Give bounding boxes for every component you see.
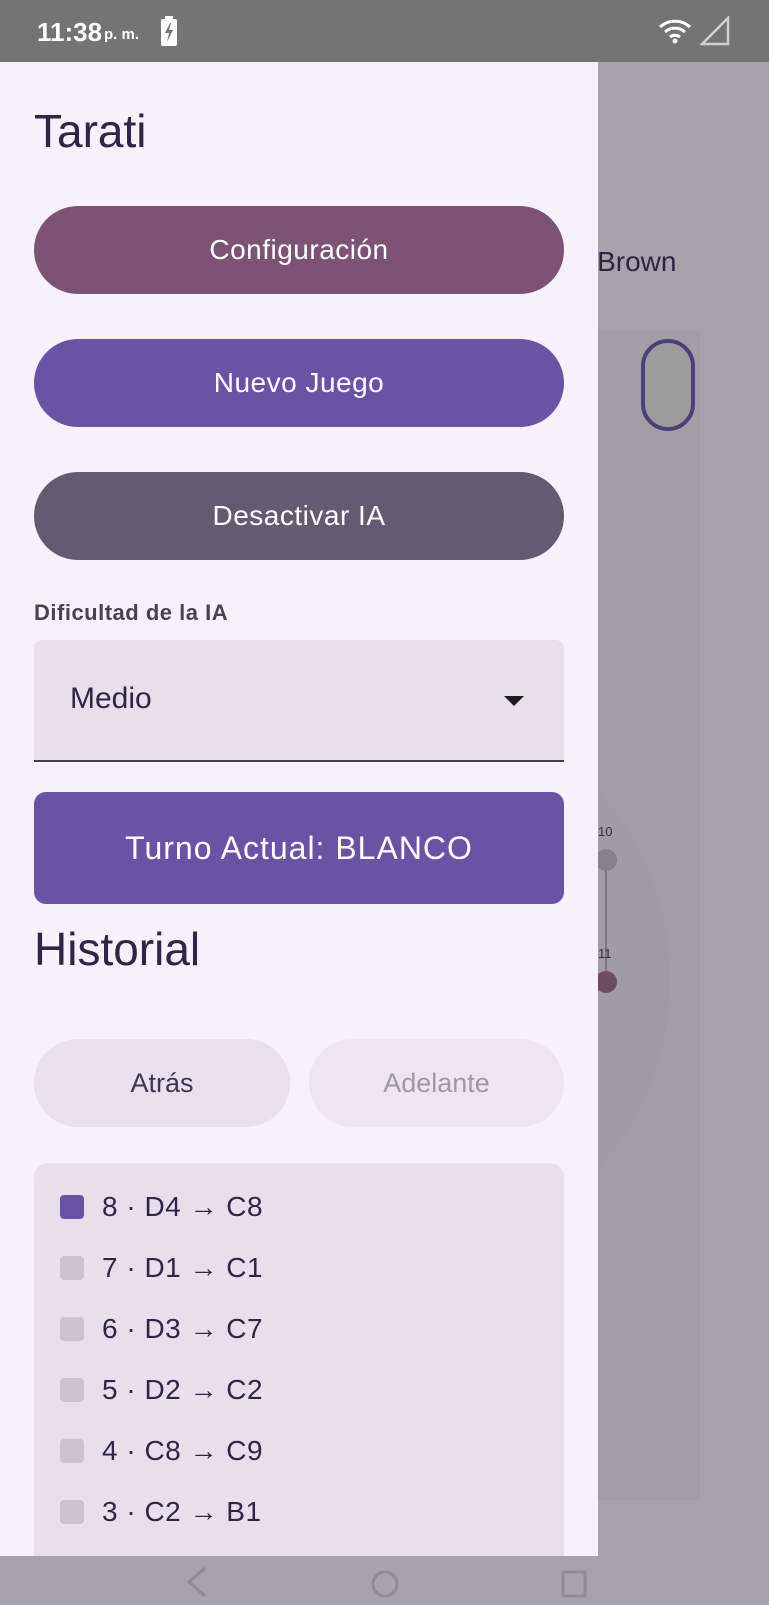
move-text: 7 · D1 → C1	[102, 1252, 264, 1283]
move-indicator	[60, 1256, 84, 1280]
navigation-drawer: Tarati Configuración Nuevo Juego Desacti…	[0, 62, 598, 1556]
recents-nav-icon[interactable]	[560, 1564, 588, 1605]
history-title: Historial	[34, 923, 201, 975]
move-text: 5 · D2 → C2	[102, 1374, 264, 1405]
move-text: 3 · C2 → B1	[102, 1496, 262, 1527]
move-text: 8 · D4 → C8	[102, 1191, 264, 1222]
current-turn-banner: Turno Actual: BLANCO	[34, 792, 564, 904]
difficulty-label: Dificultad de la IA	[34, 600, 229, 625]
history-forward-button[interactable]: Adelante	[309, 1039, 564, 1127]
board-node-label: 10	[598, 824, 613, 839]
config-button[interactable]: Configuración	[34, 206, 564, 294]
battery-charging-icon	[160, 16, 178, 51]
board-node-label: 11	[598, 946, 612, 961]
difficulty-select[interactable]: Medio	[34, 640, 564, 762]
board-node	[595, 849, 617, 871]
list-item[interactable]: 7 · D1 → C1	[60, 1248, 263, 1288]
status-bar: 11:38 p. m.	[0, 0, 769, 62]
move-indicator	[60, 1317, 84, 1341]
cell-signal-icon	[698, 14, 730, 51]
clock-ampm: p. m.	[104, 26, 140, 43]
dropdown-arrow-icon	[504, 696, 524, 706]
background-toggle	[641, 339, 695, 431]
new-game-button[interactable]: Nuevo Juego	[34, 339, 564, 427]
wifi-icon	[658, 18, 692, 49]
back-nav-icon[interactable]	[185, 1564, 209, 1605]
list-item[interactable]: 5 · D2 → C2	[60, 1370, 263, 1410]
list-item[interactable]: 8 · D4 → C8	[60, 1187, 263, 1227]
history-back-button[interactable]: Atrás	[34, 1039, 290, 1127]
move-indicator	[60, 1439, 84, 1463]
home-nav-icon[interactable]	[370, 1564, 400, 1605]
difficulty-value: Medio	[70, 682, 152, 715]
list-item[interactable]: 3 · C2 → B1	[60, 1492, 262, 1532]
move-indicator	[60, 1195, 84, 1219]
list-item[interactable]: 4 · C8 → C9	[60, 1431, 263, 1471]
move-history-list: 8 · D4 → C8 7 · D1 → C1 6 · D3 → C7 5 · …	[34, 1163, 564, 1556]
board-node	[595, 971, 617, 993]
move-indicator	[60, 1500, 84, 1524]
list-item[interactable]: 6 · D3 → C7	[60, 1309, 263, 1349]
drawer-title: Tarati	[34, 105, 147, 157]
toggle-ai-button[interactable]: Desactivar IA	[34, 472, 564, 560]
clock: 11:38	[37, 17, 103, 47]
move-text: 6 · D3 → C7	[102, 1313, 264, 1344]
move-indicator	[60, 1378, 84, 1402]
move-text: 4 · C8 → C9	[102, 1435, 264, 1466]
background-board-line	[605, 860, 607, 980]
system-nav-bar	[0, 1556, 769, 1600]
